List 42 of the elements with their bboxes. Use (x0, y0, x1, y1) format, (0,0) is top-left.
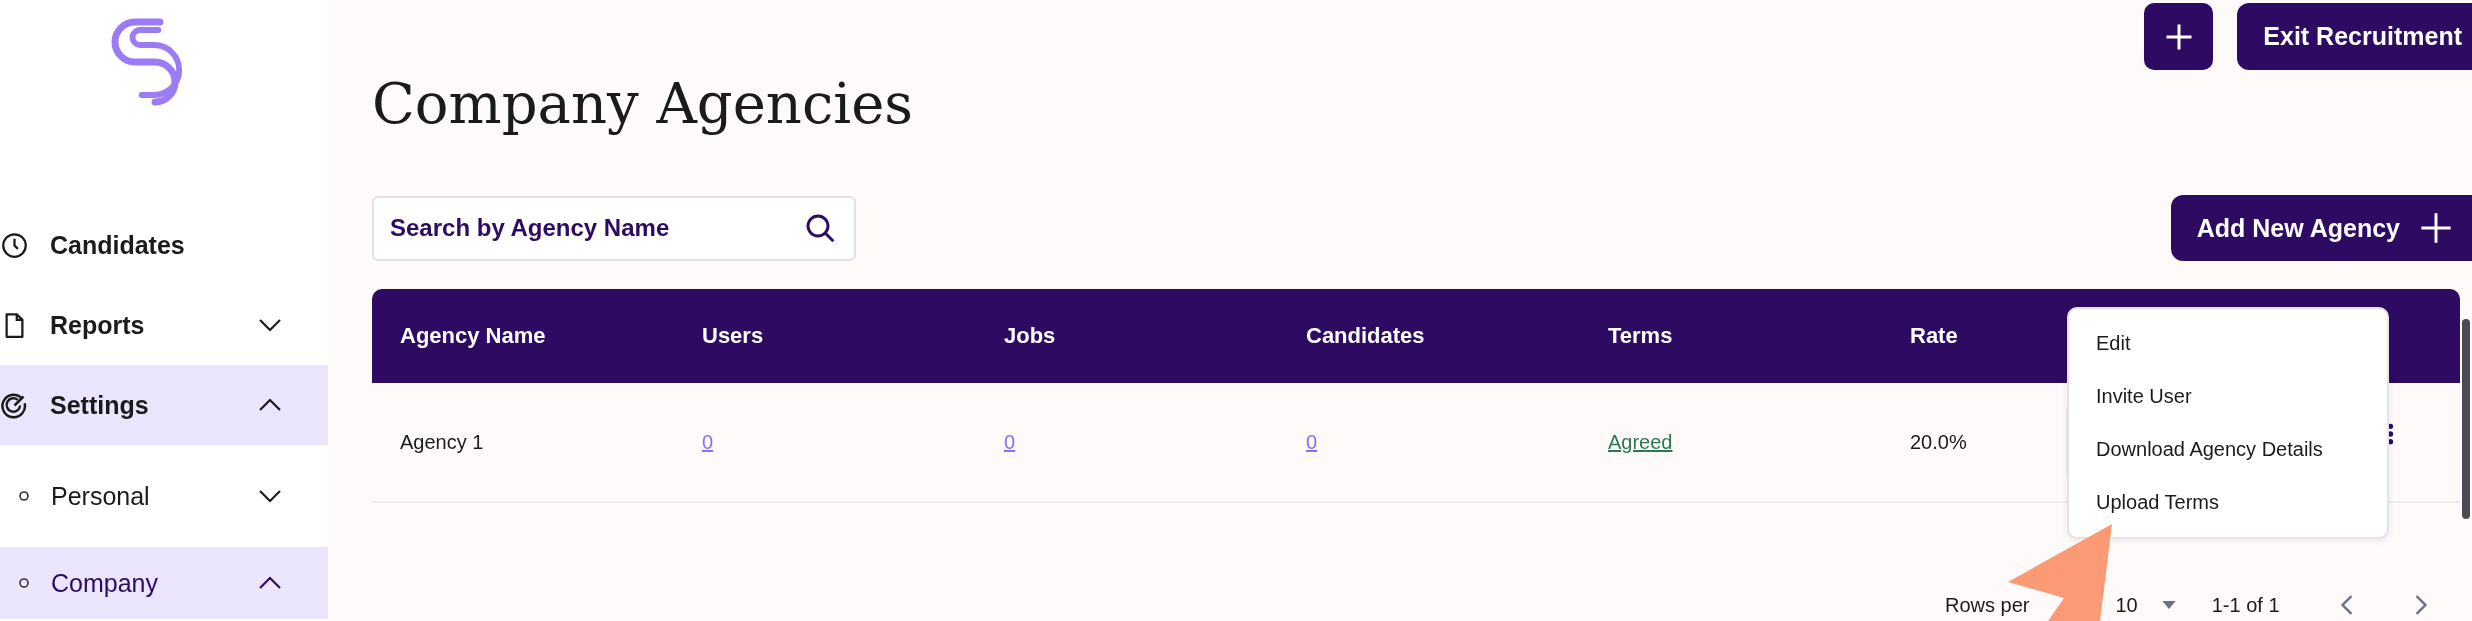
nav-item[interactable]: Reports (0, 285, 328, 365)
nav-label: Candidates (50, 230, 186, 260)
search-field[interactable]: Search by Agency Name (372, 195, 856, 261)
nav-item[interactable]: Personal (0, 460, 328, 532)
add-new-agency-button[interactable]: Add New Agency (2170, 195, 2472, 261)
table-cell: Agency 1 (400, 430, 484, 454)
target-icon (1, 391, 28, 419)
add-button[interactable] (2144, 3, 2214, 70)
column-header: Users (702, 323, 764, 349)
nav-item[interactable]: Company (0, 547, 328, 619)
menu-item[interactable]: Download Agency Details (2069, 423, 2387, 476)
table-cell: 20.0% (1910, 430, 1967, 454)
page-range: 1-1 of 1 (2211, 593, 2280, 617)
count-link[interactable]: 0 (702, 430, 714, 453)
nav-item[interactable]: Candidates (0, 205, 328, 285)
nav-label: Personal (51, 481, 151, 511)
plus-icon (2420, 212, 2452, 244)
previous-page-icon[interactable] (2339, 594, 2354, 616)
menu-item[interactable]: Invite User (2069, 370, 2387, 423)
column-header: Agency Name (400, 323, 546, 349)
count-link[interactable]: 0 (1306, 430, 1318, 453)
rows-per-page-select[interactable]: 10 (2115, 593, 2176, 617)
next-page-icon[interactable] (2413, 594, 2428, 616)
menu-item[interactable]: Edit (2069, 317, 2387, 370)
menu-item[interactable]: Upload Terms (2069, 476, 2387, 529)
count-link[interactable]: 0 (1004, 430, 1016, 453)
bullet-icon (18, 490, 30, 502)
column-header: Terms (1608, 323, 1673, 349)
column-header: Candidates (1306, 323, 1425, 349)
nav-label: Company (51, 568, 159, 598)
rows-per-page-label: Rows per (1945, 593, 2030, 617)
column-header: Jobs (1004, 323, 1056, 349)
bullet-icon (18, 577, 30, 589)
nav-label: Settings (50, 390, 150, 420)
page-title: Company Agencies (372, 71, 915, 136)
caret-icon (2161, 601, 2176, 609)
column-header: Rate (1910, 323, 1958, 349)
exit-recruitment-button[interactable]: Exit Recruitment (2237, 3, 2472, 70)
clock-icon (1, 231, 28, 259)
terms-link[interactable]: Agreed (1608, 430, 1673, 453)
nav-item[interactable]: Settings (0, 365, 328, 445)
nav-label: Reports (50, 310, 146, 340)
